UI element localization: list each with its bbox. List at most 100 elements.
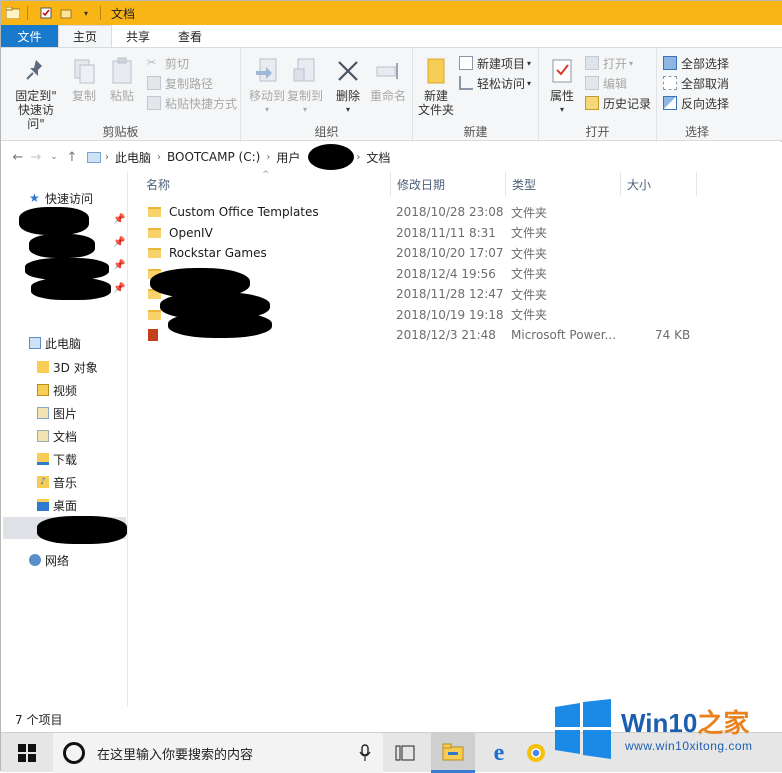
cut-button[interactable]: ✂ 剪切 <box>147 54 189 72</box>
scissors-icon: ✂ <box>147 56 157 69</box>
select-none-icon <box>663 76 677 90</box>
pin-label-line1: 固定到" <box>15 89 57 103</box>
select-none-button[interactable]: 全部取消 <box>663 74 729 92</box>
file-row[interactable]: OpenIV 2018/11/11 8:31 文件夹 <box>128 223 782 243</box>
nav-item-desktop[interactable]: 桌面 <box>37 494 77 516</box>
start-button[interactable] <box>1 733 53 773</box>
file-type-cell: 文件夹 <box>511 267 548 281</box>
up-arrow-icon[interactable]: ↑ <box>63 150 81 165</box>
item-count: 7 个项目 <box>15 713 63 727</box>
edit-button[interactable]: 编辑 <box>585 74 627 92</box>
column-header-type[interactable]: 类型 <box>506 172 621 196</box>
copy-button[interactable]: 复制 <box>67 56 101 103</box>
cortana-icon <box>63 742 85 764</box>
new-item-label: 新建项目 <box>477 56 526 71</box>
file-name: Rockstar Games <box>169 246 267 260</box>
new-group: 新建 文件夹 新建项目 ▾ 轻松访问 ▾ 新建 <box>413 48 539 142</box>
nav-item-label: 文档 <box>53 429 78 444</box>
file-row[interactable]: Rockstar Games 2018/10/20 17:07 文件夹 <box>128 243 782 263</box>
new-item-button[interactable]: 新建项目 ▾ <box>459 54 531 72</box>
title-bar: ▾ 文档 <box>1 1 782 25</box>
forward-arrow-icon[interactable]: → <box>27 150 45 165</box>
column-header-size[interactable]: 大小 <box>621 172 697 196</box>
nav-item-documents[interactable]: 文档 <box>37 425 77 447</box>
ribbon: 固定到" 快速访问" 复制 粘贴 ✂ 剪切 复制路径 粘贴快捷方式 剪贴板 移动… <box>1 47 782 142</box>
explorer-window: ▾ 文档 文件 主页 共享 查看 固定到" 快速访问" 复制 粘贴 ✂ 剪切 复… <box>0 0 782 773</box>
watermark-windows-logo-icon <box>555 699 611 759</box>
address-bar: ← → ⌄ ↑ › 此电脑 › BOOTCAMP (C:) › 用户 › 文档 <box>1 142 782 172</box>
copy-icon <box>69 56 99 86</box>
redaction-scribble <box>29 234 95 258</box>
breadcrumb-bootcamp[interactable]: BOOTCAMP (C:) <box>167 150 260 164</box>
column-header-name[interactable]: 名称 <box>128 172 391 196</box>
nav-item-videos[interactable]: 视频 <box>37 379 77 401</box>
back-arrow-icon[interactable]: ← <box>9 150 27 165</box>
folder-icon <box>148 309 161 320</box>
video-folder-icon <box>37 384 49 396</box>
recent-locations-chevron-icon[interactable]: ⌄ <box>45 152 63 162</box>
nav-item-label: 3D 对象 <box>53 360 98 375</box>
breadcrumb-separator-icon: › <box>157 151 162 163</box>
new-folder-quick-icon[interactable] <box>58 5 74 21</box>
task-view-icon[interactable] <box>383 733 427 773</box>
copy-path-button[interactable]: 复制路径 <box>147 74 213 92</box>
nav-item-pictures[interactable]: 图片 <box>37 402 77 424</box>
properties-quick-icon[interactable] <box>38 5 54 21</box>
nav-item-3d-objects[interactable]: 3D 对象 <box>37 356 98 378</box>
tab-view[interactable]: 查看 <box>164 25 216 47</box>
nav-quick-access[interactable]: ★ 快速访问 <box>29 187 93 209</box>
nav-quick-access-label: 快速访问 <box>45 191 94 206</box>
microphone-icon[interactable] <box>359 744 371 766</box>
pin-to-quick-access-button[interactable]: 固定到" 快速访问" <box>11 56 61 131</box>
star-icon: ★ <box>29 191 40 205</box>
breadcrumb-documents[interactable]: 文档 <box>366 149 390 166</box>
pin-icon: 📌 <box>113 283 126 294</box>
organize-group-label: 组织 <box>314 125 339 139</box>
cube-icon <box>37 361 49 373</box>
chrome-icon[interactable] <box>521 733 551 773</box>
select-all-icon <box>663 56 677 70</box>
edit-label: 编辑 <box>603 76 628 91</box>
breadcrumb-users[interactable]: 用户 <box>276 149 300 166</box>
tab-share[interactable]: 共享 <box>112 25 164 47</box>
chevron-down-icon: ▾ <box>345 105 350 114</box>
nav-this-pc[interactable]: 此电脑 <box>29 332 81 354</box>
file-explorer-taskbar-icon[interactable] <box>431 733 475 773</box>
breadcrumb-separator-icon: › <box>356 151 361 163</box>
breadcrumb[interactable]: › 此电脑 › BOOTCAMP (C:) › 用户 › 文档 <box>87 144 782 170</box>
new-folder-button[interactable]: 新建 文件夹 <box>417 56 455 117</box>
search-placeholder: 在这里输入你要搜索的内容 <box>97 747 254 763</box>
this-pc-icon <box>87 151 101 163</box>
open-button[interactable]: 打开 ▾ <box>585 54 633 72</box>
breadcrumb-this-pc[interactable]: 此电脑 <box>115 149 151 166</box>
history-button[interactable]: 历史记录 <box>585 94 651 112</box>
tab-home[interactable]: 主页 <box>58 25 113 47</box>
win10-watermark: Win10之家 www.win10xitong.com <box>549 697 782 763</box>
rename-button[interactable]: 重命名 <box>367 56 409 103</box>
nav-item-label: 视频 <box>53 383 78 398</box>
delete-button[interactable]: 删除 ▾ <box>331 56 365 117</box>
paste-button[interactable]: 粘贴 <box>105 56 139 103</box>
easy-access-label: 轻松访问 <box>477 76 526 91</box>
taskbar-search-box[interactable]: 在这里输入你要搜索的内容 <box>53 733 383 773</box>
invert-selection-button[interactable]: 反向选择 <box>663 94 729 112</box>
file-row[interactable]: Custom Office Templates 2018/10/28 23:08 文… <box>128 202 782 222</box>
select-all-button[interactable]: 全部选择 <box>663 54 729 72</box>
nav-item-downloads[interactable]: 下载 <box>37 448 77 470</box>
rename-icon <box>373 56 403 86</box>
easy-access-button[interactable]: 轻松访问 ▾ <box>459 74 531 92</box>
folder-app-icon[interactable] <box>5 5 21 21</box>
paste-shortcut-button[interactable]: 粘贴快捷方式 <box>147 94 237 112</box>
file-type-cell: 文件夹 <box>511 308 548 322</box>
nav-item-label: 音乐 <box>53 475 78 490</box>
copy-to-button[interactable]: 复制到 ▾ <box>283 56 327 117</box>
nav-network[interactable]: 网络 <box>29 549 69 571</box>
nav-item-music[interactable]: ♪ 音乐 <box>37 471 77 493</box>
column-header-date[interactable]: 修改日期 <box>391 172 506 196</box>
move-to-icon <box>252 56 282 86</box>
tab-file[interactable]: 文件 <box>1 25 58 47</box>
properties-button[interactable]: 属性 ▾ <box>545 56 579 117</box>
rename-label: 重命名 <box>369 89 406 103</box>
edge-browser-icon[interactable]: e <box>477 733 521 773</box>
customize-quick-access-chevron-icon[interactable]: ▾ <box>78 5 94 21</box>
